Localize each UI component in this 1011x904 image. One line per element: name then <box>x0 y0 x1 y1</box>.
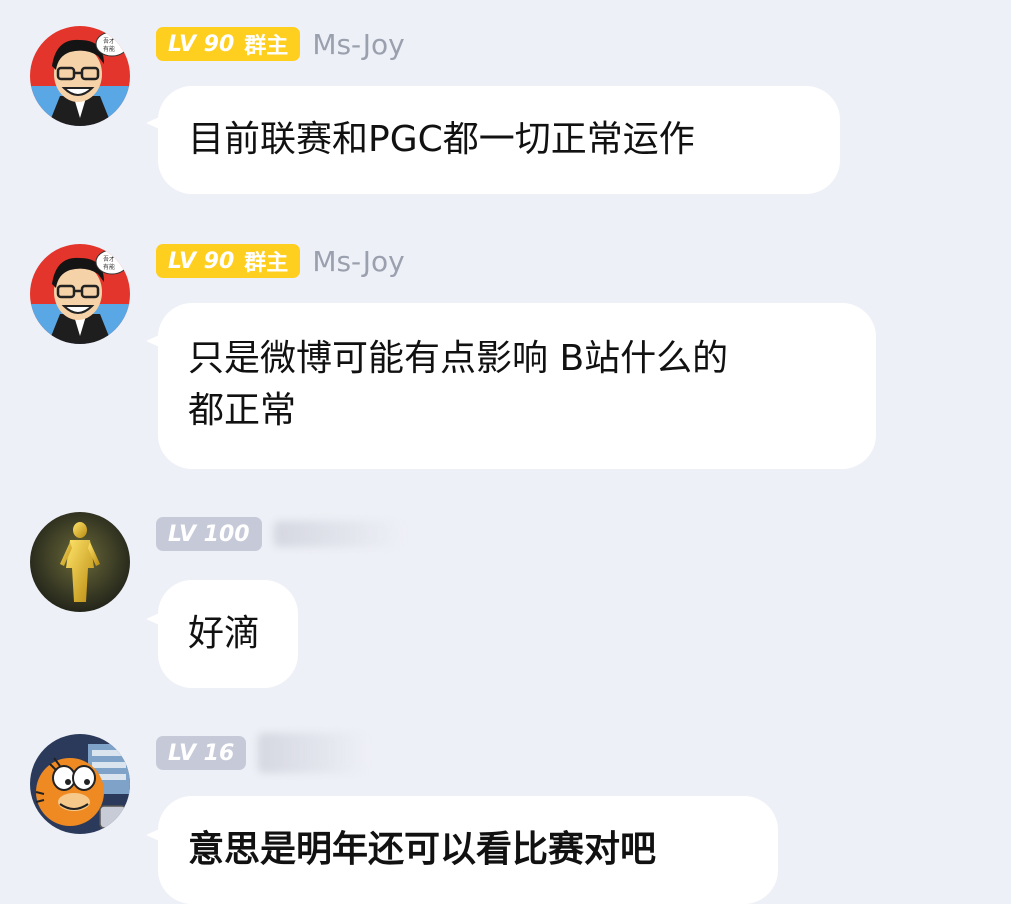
owner-role-label: 群主 <box>244 251 289 276</box>
svg-text:吾才: 吾才 <box>103 255 115 263</box>
message-bubble[interactable]: 只是微博可能有点影响 B站什么的 都正常 <box>158 303 876 469</box>
message-header: LV 100 <box>156 516 404 552</box>
message-text: 好滴 <box>188 613 261 654</box>
level-label: LV 90 <box>168 248 235 274</box>
blurred-sender-name <box>258 733 369 773</box>
avatar[interactable] <box>30 512 130 612</box>
message-bubble[interactable]: 目前联赛和PGC都一切正常运作 <box>158 86 840 194</box>
level-label: LV 16 <box>168 740 235 766</box>
svg-text:有能: 有能 <box>103 263 115 271</box>
chat-window: 吾才 有能 LV 90 群主 Ms-Joy 目前联赛和PGC都一切正常运作 吾才… <box>0 0 1011 904</box>
message-header: LV 90 群主 Ms-Joy <box>156 243 405 279</box>
cartoon-cat-icon <box>30 734 130 834</box>
message-text-line-1: 只是微博可能有点影响 B站什么的 <box>188 338 729 379</box>
owner-role-label: 群主 <box>244 34 289 59</box>
level-label: LV 90 <box>168 31 235 57</box>
avatar[interactable] <box>30 734 130 834</box>
level-badge: LV 90 群主 <box>156 244 301 278</box>
message-bubble[interactable]: 好滴 <box>158 580 298 688</box>
svg-text:有能: 有能 <box>103 45 115 53</box>
level-badge: LV 90 群主 <box>156 27 301 61</box>
message-text: 目前联赛和PGC都一切正常运作 <box>188 119 695 160</box>
sender-name[interactable]: Ms-Joy <box>312 245 404 278</box>
svg-text:吾才: 吾才 <box>103 37 115 45</box>
level-badge: LV 16 <box>156 736 247 770</box>
level-badge: LV 100 <box>156 517 262 551</box>
cartoon-man-glasses-icon: 吾才 有能 <box>30 26 130 126</box>
golden-statue-icon <box>30 512 130 612</box>
avatar[interactable]: 吾才 有能 <box>30 26 130 126</box>
sender-name[interactable]: Ms-Joy <box>312 28 404 61</box>
avatar[interactable]: 吾才 有能 <box>30 244 130 344</box>
message-text: 意思是明年还可以看比赛对吧 <box>188 829 657 870</box>
blurred-sender-name <box>273 521 404 547</box>
message-header: LV 90 群主 Ms-Joy <box>156 26 405 62</box>
message-header: LV 16 <box>156 733 369 773</box>
level-label: LV 100 <box>168 521 250 547</box>
message-bubble[interactable]: 意思是明年还可以看比赛对吧 <box>158 796 778 904</box>
message-text-line-2: 都正常 <box>188 390 297 431</box>
cartoon-man-glasses-icon: 吾才 有能 <box>30 244 130 344</box>
